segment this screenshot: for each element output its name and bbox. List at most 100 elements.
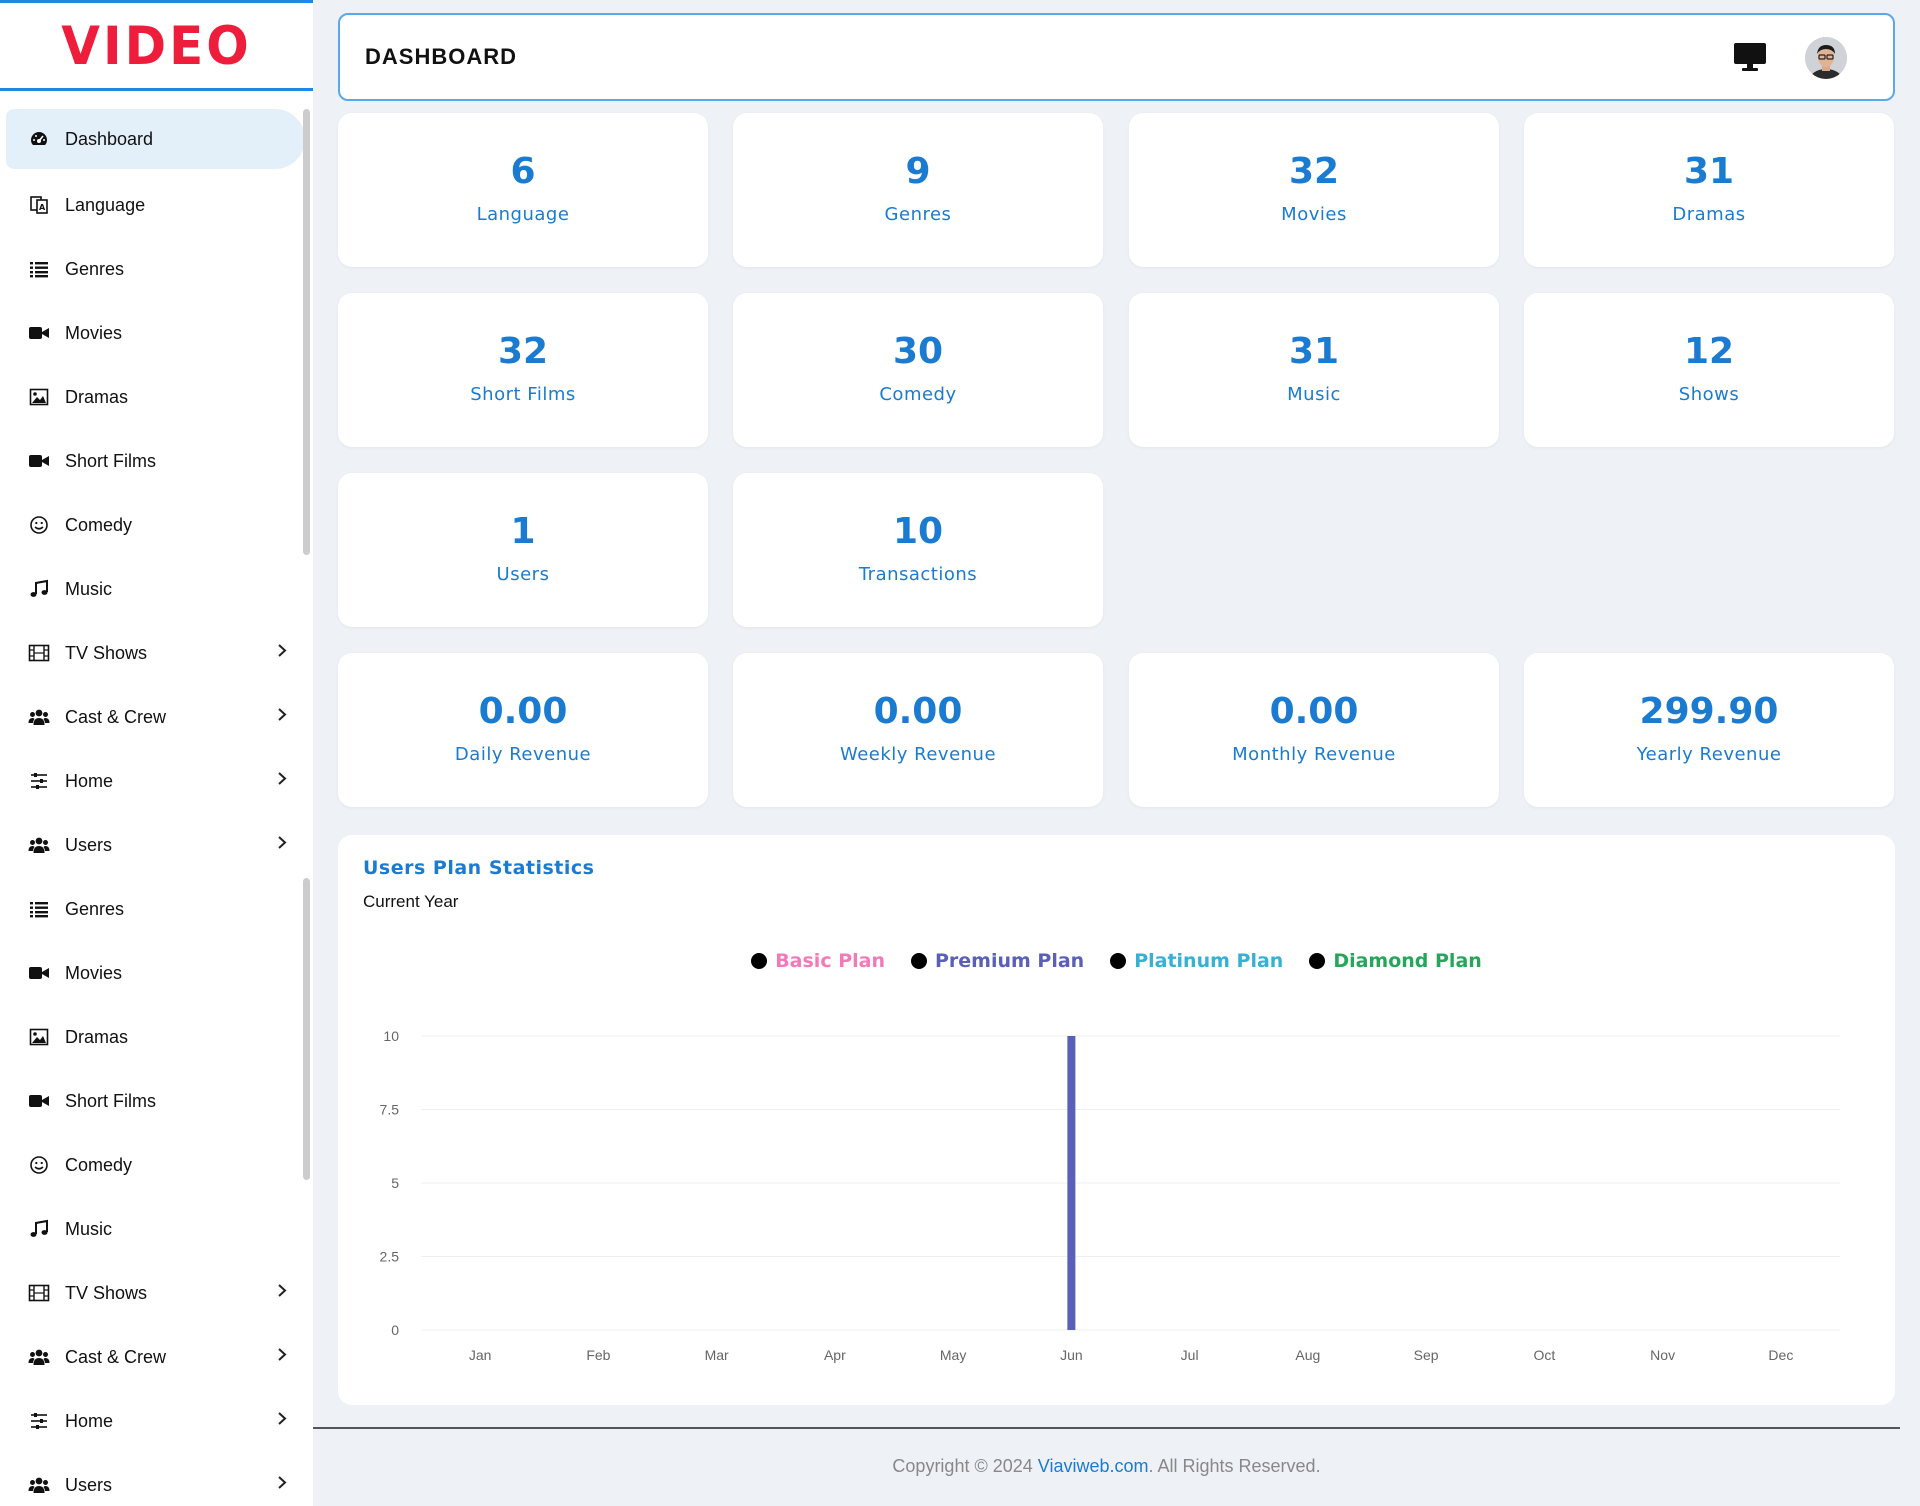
sidebar-item-label: Comedy xyxy=(65,1154,133,1175)
stat-card-transactions[interactable]: 10 Transactions xyxy=(733,473,1103,627)
stat-label: Dramas xyxy=(1672,204,1746,225)
bar[interactable] xyxy=(1067,1036,1076,1330)
smile-icon xyxy=(28,1154,50,1176)
sidebar-item-users[interactable]: Users xyxy=(0,813,313,877)
stat-label: Genres xyxy=(884,204,952,225)
sidebar-item-label: Genres xyxy=(65,258,125,279)
stat-card-dramas[interactable]: 31 Dramas xyxy=(1524,113,1894,267)
stat-card-genres[interactable]: 9 Genres xyxy=(733,113,1103,267)
users-icon xyxy=(28,1346,50,1368)
stat-value: 31 xyxy=(1683,151,1735,192)
logo-area[interactable]: VIDEO xyxy=(0,3,313,91)
chevron-right-icon[interactable] xyxy=(277,1476,287,1495)
image-icon xyxy=(28,386,50,408)
x-tick-label: Jun xyxy=(1060,1347,1083,1363)
legend-item[interactable]: Platinum Plan xyxy=(1110,950,1283,972)
users-icon xyxy=(28,1474,50,1496)
chart-subtitle: Current Year xyxy=(363,892,459,911)
sidebar-item-short-films[interactable]: Short Films xyxy=(0,429,313,493)
sidebar-item-label: Music xyxy=(65,578,113,599)
sidebar-item-comedy[interactable]: Comedy xyxy=(0,493,313,557)
stat-label: Transactions xyxy=(858,564,978,585)
legend-item[interactable]: Basic Plan xyxy=(751,950,885,972)
stat-value: 0.00 xyxy=(1269,691,1359,732)
chevron-right-icon[interactable] xyxy=(277,644,287,663)
stat-value: 0.00 xyxy=(478,691,568,732)
chevron-right-icon[interactable] xyxy=(277,836,287,855)
chevron-right-icon[interactable] xyxy=(277,772,287,791)
x-tick-label: May xyxy=(940,1347,966,1363)
footer-link[interactable]: Viaviweb.com xyxy=(1038,1456,1149,1476)
stat-value: 12 xyxy=(1683,331,1735,372)
stat-label: Users xyxy=(496,564,550,585)
dashboard-icon xyxy=(28,128,50,150)
sidebar-item-short-films[interactable]: Short Films xyxy=(0,1069,313,1133)
sidebar-item-label: TV Shows xyxy=(65,1282,148,1303)
sidebar-scrollbar[interactable] xyxy=(303,878,310,1180)
sidebar-item-movies[interactable]: Movies xyxy=(0,941,313,1005)
sidebar-item-comedy[interactable]: Comedy xyxy=(0,1133,313,1197)
sidebar-item-dashboard[interactable]: Dashboard xyxy=(6,109,305,169)
sidebar-item-cast-crew[interactable]: Cast & Crew xyxy=(0,685,313,749)
list-icon xyxy=(28,898,50,920)
sidebar-scrollbar[interactable] xyxy=(303,109,310,555)
sidebar-item-tv-shows[interactable]: TV Shows xyxy=(0,621,313,685)
stat-card-short-films[interactable]: 32 Short Films xyxy=(338,293,708,447)
logo[interactable]: VIDEO xyxy=(61,15,251,76)
list-icon xyxy=(28,258,50,280)
stat-card-users[interactable]: 1 Users xyxy=(338,473,708,627)
video-camera-icon xyxy=(28,322,50,344)
monitor-icon[interactable] xyxy=(1733,42,1767,77)
sidebar-item-music[interactable]: Music xyxy=(0,557,313,621)
sidebar-item-label: Users xyxy=(65,1474,113,1495)
stat-card-yearly-revenue[interactable]: 299.90 Yearly Revenue xyxy=(1524,653,1894,807)
sidebar-item-home[interactable]: Home xyxy=(0,749,313,813)
stat-card-movies[interactable]: 32 Movies xyxy=(1129,113,1499,267)
sidebar-item-movies[interactable]: Movies xyxy=(0,301,313,365)
legend-marker xyxy=(1110,953,1127,969)
stat-card-shows[interactable]: 12 Shows xyxy=(1524,293,1894,447)
svg-text:A: A xyxy=(39,203,46,212)
stat-card-language[interactable]: 6 Language xyxy=(338,113,708,267)
sidebar-item-label: Home xyxy=(65,1410,114,1431)
chevron-right-icon[interactable] xyxy=(277,708,287,727)
stat-label: Weekly Revenue xyxy=(839,744,997,765)
stat-card-daily-revenue[interactable]: 0.00 Daily Revenue xyxy=(338,653,708,807)
sidebar-item-home[interactable]: Home xyxy=(0,1389,313,1453)
stat-value: 10 xyxy=(892,511,944,552)
smile-icon xyxy=(28,514,50,536)
chevron-right-icon[interactable] xyxy=(277,1284,287,1303)
music-icon xyxy=(28,578,50,600)
stat-card-comedy[interactable]: 30 Comedy xyxy=(733,293,1103,447)
video-camera-icon xyxy=(28,450,50,472)
sidebar: VIDEO Dashboard A Language Genres Movies Dram… xyxy=(0,0,313,1506)
legend-item[interactable]: Diamond Plan xyxy=(1309,950,1482,972)
x-tick-label: Oct xyxy=(1533,1347,1555,1363)
x-tick-label: Jul xyxy=(1181,1347,1199,1363)
x-tick-label: Sep xyxy=(1414,1347,1439,1363)
y-tick-label: 0 xyxy=(391,1322,399,1338)
sidebar-item-tv-shows[interactable]: TV Shows xyxy=(0,1261,313,1325)
stat-card-monthly-revenue[interactable]: 0.00 Monthly Revenue xyxy=(1129,653,1499,807)
sidebar-item-genres[interactable]: Genres xyxy=(0,237,313,301)
stat-label: Monthly Revenue xyxy=(1232,744,1396,765)
chevron-right-icon[interactable] xyxy=(277,1412,287,1431)
sidebar-item-label: Short Films xyxy=(65,450,157,471)
stat-card-music[interactable]: 31 Music xyxy=(1129,293,1499,447)
sidebar-item-dramas[interactable]: Dramas xyxy=(0,1005,313,1069)
stat-label: Comedy xyxy=(879,384,957,405)
sidebar-item-users[interactable]: Users xyxy=(0,1453,313,1506)
sidebar-item-music[interactable]: Music xyxy=(0,1197,313,1261)
legend-item[interactable]: Premium Plan xyxy=(910,950,1085,972)
sidebar-item-cast-crew[interactable]: Cast & Crew xyxy=(0,1325,313,1389)
chevron-right-icon[interactable] xyxy=(277,1348,287,1367)
video-camera-icon xyxy=(28,962,50,984)
sidebar-item-label: Short Films xyxy=(65,1090,157,1111)
user-avatar[interactable] xyxy=(1805,37,1847,79)
stat-card-weekly-revenue[interactable]: 0.00 Weekly Revenue xyxy=(733,653,1103,807)
sidebar-item-dramas[interactable]: Dramas xyxy=(0,365,313,429)
sidebar-item-language[interactable]: A Language xyxy=(0,173,313,237)
legend-label: Premium Plan xyxy=(934,950,1085,972)
footer-divider xyxy=(313,1427,1900,1429)
sidebar-item-genres[interactable]: Genres xyxy=(0,877,313,941)
